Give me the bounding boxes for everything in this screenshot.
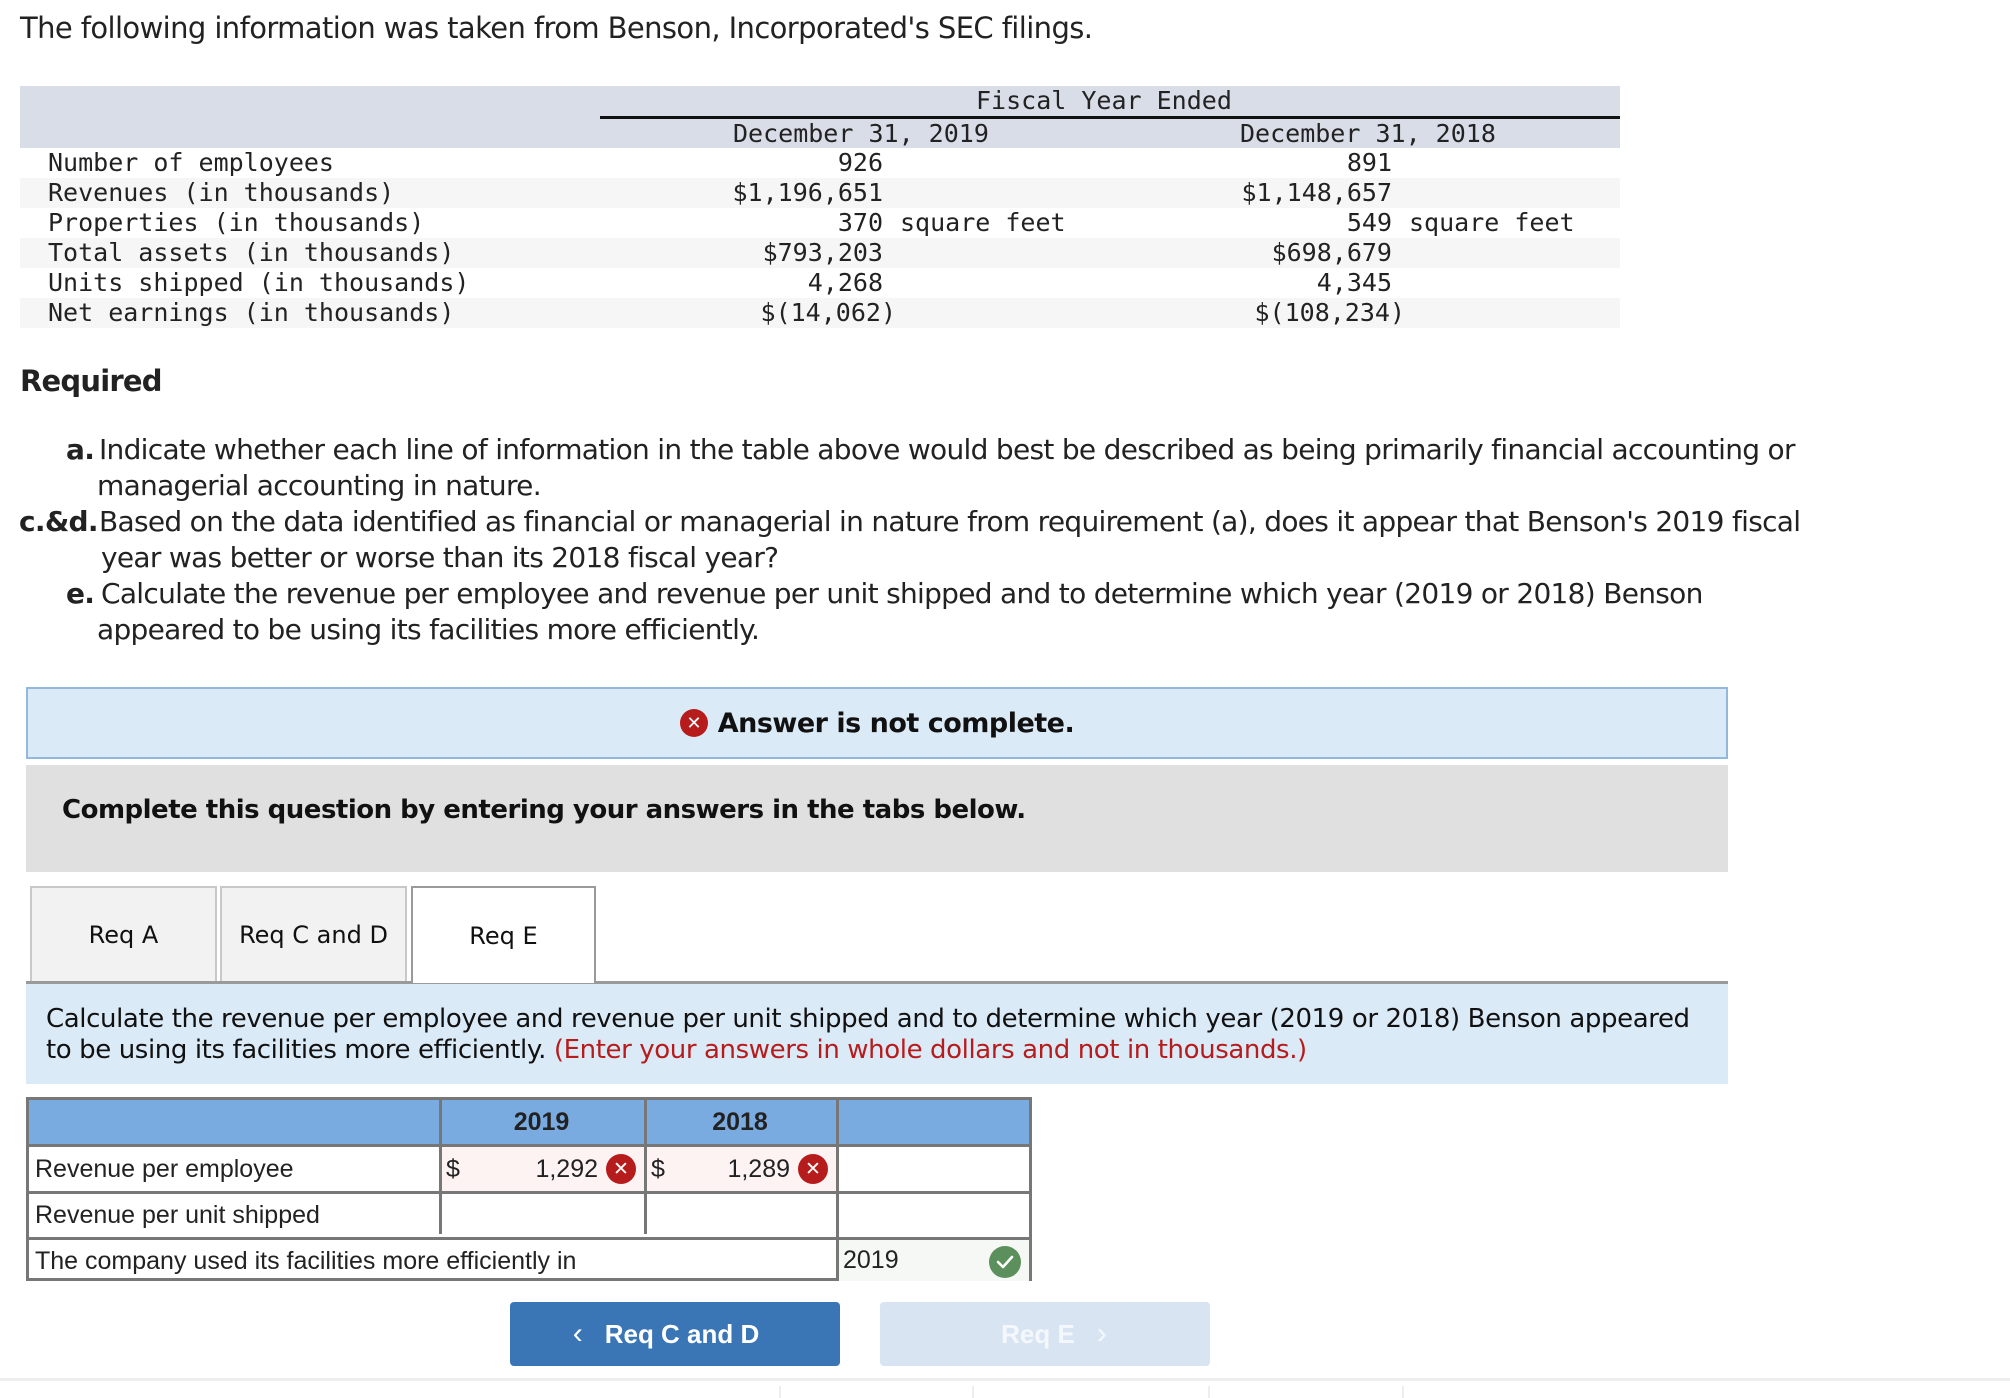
input-value: 1,292	[535, 1155, 598, 1183]
instructions-banner: Complete this question by entering your …	[26, 765, 1728, 872]
requirement-label: a.	[66, 433, 95, 466]
x-circle-icon: ✕	[679, 709, 708, 737]
requirement-line: Calculate the revenue per employee and r…	[101, 577, 1703, 610]
next-tab-button[interactable]: Req E ›	[880, 1302, 1210, 1366]
currency-symbol: $	[446, 1155, 460, 1183]
select-efficiency-year[interactable]: 2019	[839, 1240, 1029, 1281]
answer-status-text: Answer is not complete.	[717, 707, 1075, 739]
unit-2018: square feet	[1409, 208, 1575, 237]
value-2018: 891	[1346, 148, 1392, 177]
column-header-2019: December 31, 2019	[733, 119, 989, 148]
info-row: Total assets (in thousands) $793,203 $69…	[20, 238, 1620, 268]
row-label: Revenues (in thousands)	[48, 178, 395, 207]
value-2018: $(108,234)	[1254, 298, 1405, 327]
input-revenue-per-employee-2019[interactable]: $ 1,292 ✕	[442, 1147, 644, 1191]
value-2019: 926	[837, 148, 883, 177]
requirement-label: e.	[66, 577, 95, 610]
chevron-left-icon: ‹	[572, 1317, 583, 1350]
input-revenue-per-unit-2018[interactable]	[647, 1194, 836, 1237]
row-label: Net earnings (in thousands)	[48, 298, 455, 327]
requirement-a: a. Indicate whether each line of informa…	[0, 432, 1950, 504]
row-label-revenue-per-unit: Revenue per unit shipped	[35, 1201, 320, 1229]
value-2019: $1,196,651	[732, 178, 883, 207]
value-2019: 370	[837, 208, 883, 237]
grid-line	[29, 1237, 1029, 1240]
grid-line	[29, 1191, 1029, 1194]
fiscal-year-header-label: Fiscal Year Ended	[976, 86, 1232, 115]
requirement-line: year was better or worse than its 2018 f…	[101, 541, 779, 574]
row-label: Total assets (in thousands)	[48, 238, 455, 267]
value-2019: 4,268	[807, 268, 883, 297]
answer-status-box: ✕ Answer is not complete.	[26, 687, 1728, 759]
instructions-banner-text: Complete this question by entering your …	[62, 795, 1026, 825]
correct-check-icon	[989, 1246, 1021, 1278]
value-2019: $793,203	[762, 238, 883, 267]
info-row: Units shipped (in thousands) 4,268 4,345	[20, 268, 1620, 298]
header-2018: 2018	[712, 1107, 768, 1136]
tab-instructions: Calculate the revenue per employee and r…	[26, 984, 1728, 1084]
requirement-label: c.&d.	[19, 505, 99, 538]
row-label-efficiency: The company used its facilities more eff…	[35, 1247, 577, 1275]
input-value: 1,289	[727, 1155, 790, 1183]
column-header-2018: December 31, 2018	[1240, 119, 1496, 148]
footer-divider	[0, 1378, 2010, 1381]
row-label-revenue-per-employee: Revenue per employee	[35, 1155, 294, 1183]
requirement-line: Based on the data identified as financia…	[99, 505, 1801, 538]
info-row: Number of employees 926 891	[20, 148, 1620, 178]
grid-line	[439, 1100, 442, 1234]
header-2019: 2019	[513, 1107, 570, 1136]
fiscal-year-header: Fiscal Year Ended	[20, 86, 1620, 117]
requirement-line: appeared to be using its facilities more…	[97, 613, 760, 646]
info-row: Revenues (in thousands) $1,196,651 $1,14…	[20, 178, 1620, 208]
input-revenue-per-employee-2018[interactable]: $ 1,289 ✕	[647, 1147, 836, 1191]
prev-tab-button[interactable]: ‹ Req C and D	[510, 1302, 840, 1366]
currency-symbol: $	[651, 1155, 665, 1183]
tab-instruction-text: Calculate the revenue per employee and r…	[46, 1004, 1706, 1066]
requirement-e: e. Calculate the revenue per employee an…	[0, 576, 1950, 648]
row-label: Units shipped (in thousands)	[48, 268, 470, 297]
requirement-line: Indicate whether each line of informatio…	[99, 433, 1795, 466]
value-2019: $(14,062)	[760, 298, 896, 327]
info-row: Net earnings (in thousands) $(14,062) $(…	[20, 298, 1620, 328]
footer-divider	[1402, 1386, 1404, 1398]
tab-req-e[interactable]: Req E	[411, 886, 596, 983]
row-label: Number of employees	[48, 148, 334, 177]
row-label: Properties (in thousands)	[48, 208, 425, 237]
selected-year: 2019	[843, 1246, 899, 1274]
footer-divider	[1208, 1386, 1210, 1398]
requirement-cd: c.&d. Based on the data identified as fi…	[0, 504, 1950, 576]
incorrect-icon: ✕	[606, 1154, 636, 1184]
grid-line	[29, 1144, 1029, 1147]
footer-divider	[972, 1386, 974, 1398]
input-revenue-per-unit-2019[interactable]	[442, 1194, 644, 1237]
requirement-line: managerial accounting in nature.	[97, 469, 542, 502]
value-2018: 4,345	[1316, 268, 1392, 297]
required-heading: Required	[20, 364, 162, 398]
value-2018: 549	[1346, 208, 1392, 237]
info-row: Properties (in thousands) 370 square fee…	[20, 208, 1620, 238]
instruction-note: (Enter your answers in whole dollars and…	[553, 1035, 1307, 1065]
next-tab-label: Req E	[1001, 1318, 1075, 1349]
prev-tab-label: Req C and D	[604, 1318, 760, 1349]
value-2018: $698,679	[1271, 238, 1392, 267]
footer-divider	[779, 1386, 781, 1398]
value-2018: $1,148,657	[1241, 178, 1392, 207]
answer-table: 2019 2018 $ 1,292 ✕ $ 1,289 ✕ Revenue pe…	[26, 1097, 1032, 1281]
answer-status: ✕ Answer is not complete.	[28, 689, 1726, 757]
tab-req-c-and-d[interactable]: Req C and D	[220, 886, 407, 981]
grid-line	[644, 1100, 647, 1234]
tab-req-a[interactable]: Req A	[30, 886, 217, 981]
unit-2019: square feet	[900, 208, 1066, 237]
chevron-right-icon: ›	[1096, 1317, 1107, 1350]
requirements-list: a. Indicate whether each line of informa…	[0, 432, 1950, 648]
grid-line	[836, 1100, 839, 1278]
intro-text: The following information was taken from…	[20, 11, 1093, 45]
incorrect-icon: ✕	[798, 1154, 828, 1184]
